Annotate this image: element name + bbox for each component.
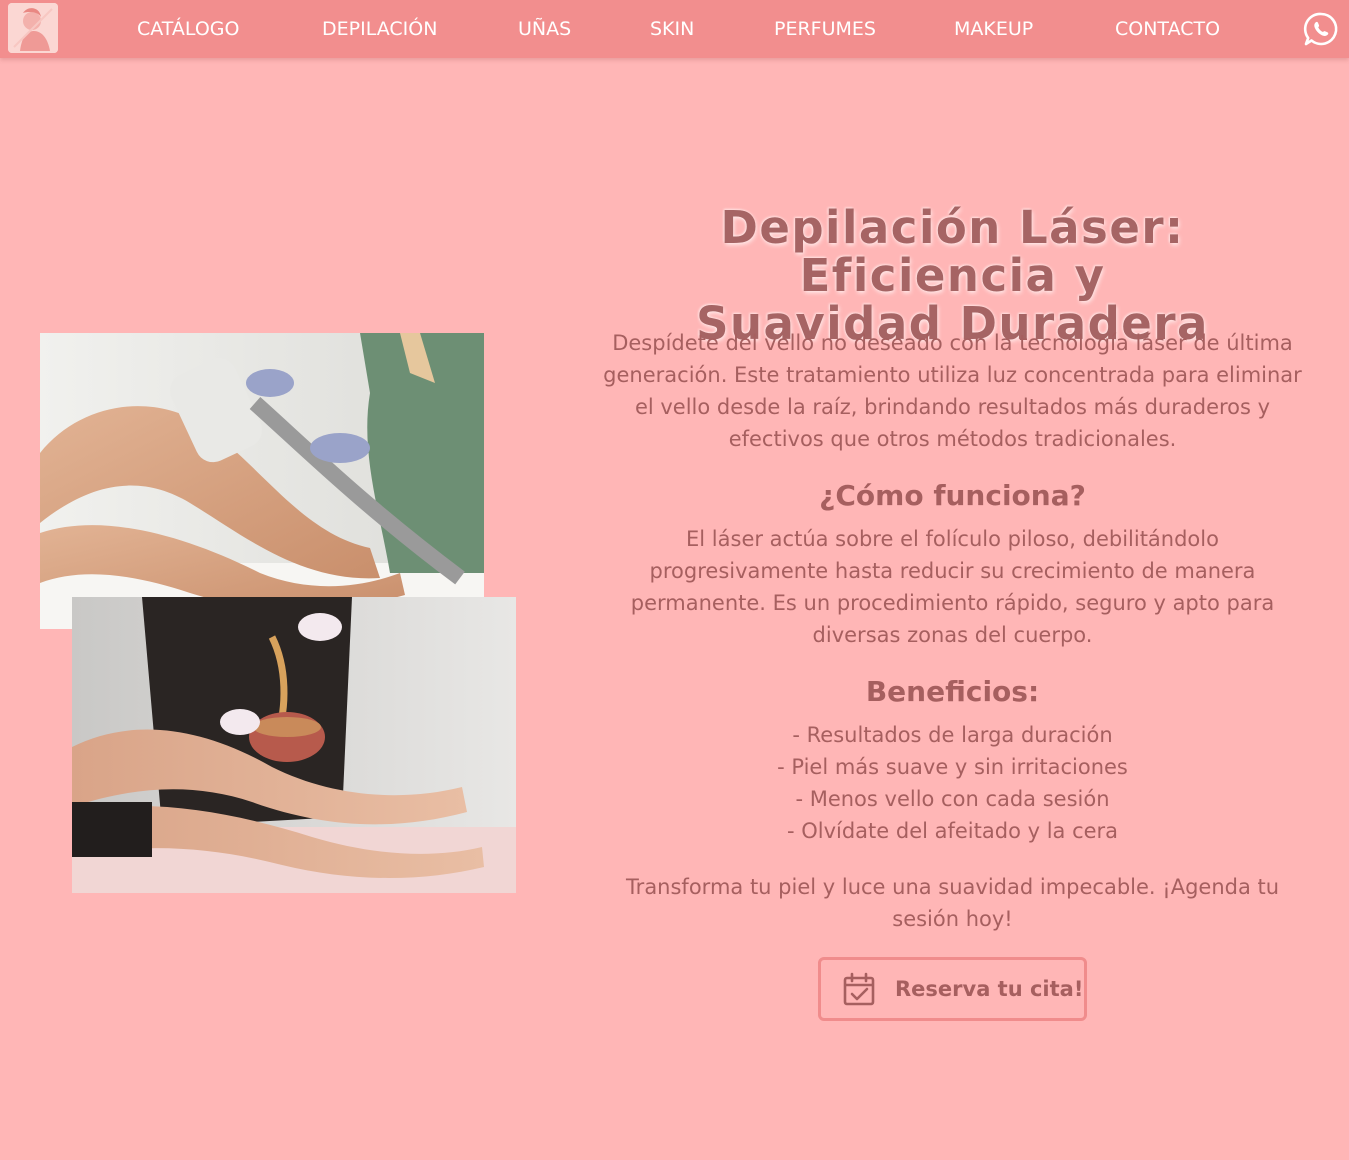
cta-line: Transforma tu piel y luce una suavidad i… — [625, 875, 1280, 899]
intro-paragraph: Despídete del vello no deseado con la te… — [600, 327, 1305, 455]
intro-line: Despídete del vello no deseado con la te… — [612, 331, 1293, 355]
reserve-button-label: Reserva tu cita! — [895, 977, 1084, 1001]
calendar-check-icon — [841, 971, 877, 1007]
how-it-works-heading: ¿Cómo funciona? — [819, 479, 1086, 512]
nav-item-catalogo[interactable]: CATÁLOGO — [137, 0, 239, 58]
how-it-works-paragraph: El láser actúa sobre el folículo piloso,… — [600, 523, 1305, 651]
nav-item-contacto[interactable]: CONTACTO — [1115, 0, 1220, 58]
nav-item-perfumes[interactable]: PERFUMES — [774, 0, 876, 58]
nav-item-depilacion[interactable]: DEPILACIÓN — [322, 0, 437, 58]
salon-logo-icon[interactable] — [8, 3, 58, 53]
laser-treatment-photo — [40, 333, 484, 629]
benefit-item: - Resultados de larga duración — [792, 723, 1113, 747]
benefit-item: - Piel más suave y sin irritaciones — [777, 755, 1128, 779]
how-line: diversas zonas del cuerpo. — [812, 623, 1093, 647]
intro-line: efectivos que otros métodos tradicionale… — [728, 427, 1177, 451]
benefits-heading: Beneficios: — [865, 675, 1040, 708]
waxing-treatment-photo — [72, 597, 516, 893]
how-line: progresivamente hasta reducir su crecimi… — [649, 559, 1256, 583]
nav-item-skin[interactable]: SKIN — [650, 0, 694, 58]
cta-line: sesión hoy! — [892, 907, 1013, 931]
how-line: permanente. Es un procedimiento rápido, … — [630, 591, 1275, 615]
how-line: El láser actúa sobre el folículo piloso,… — [686, 527, 1219, 551]
top-navbar: CATÁLOGO DEPILACIÓN UÑAS SKIN PERFUMES M… — [0, 0, 1349, 58]
whatsapp-icon[interactable] — [1303, 11, 1339, 47]
benefits-list: - Resultados de larga duración - Piel má… — [600, 719, 1305, 847]
intro-line: generación. Este tratamiento utiliza luz… — [603, 363, 1302, 387]
benefit-item: - Olvídate del afeitado y la cera — [786, 819, 1119, 843]
reserve-appointment-button[interactable]: Reserva tu cita! — [818, 957, 1087, 1021]
cta-paragraph: Transforma tu piel y luce una suavidad i… — [600, 871, 1305, 935]
benefit-item: - Menos vello con cada sesión — [795, 787, 1110, 811]
intro-line: el vello desde la raíz, brindando result… — [634, 395, 1271, 419]
nav-item-unas[interactable]: UÑAS — [518, 0, 571, 58]
nav-item-makeup[interactable]: MAKEUP — [954, 0, 1033, 58]
page-title-line-1: Depilación Láser: Eficiencia y — [720, 201, 1185, 302]
